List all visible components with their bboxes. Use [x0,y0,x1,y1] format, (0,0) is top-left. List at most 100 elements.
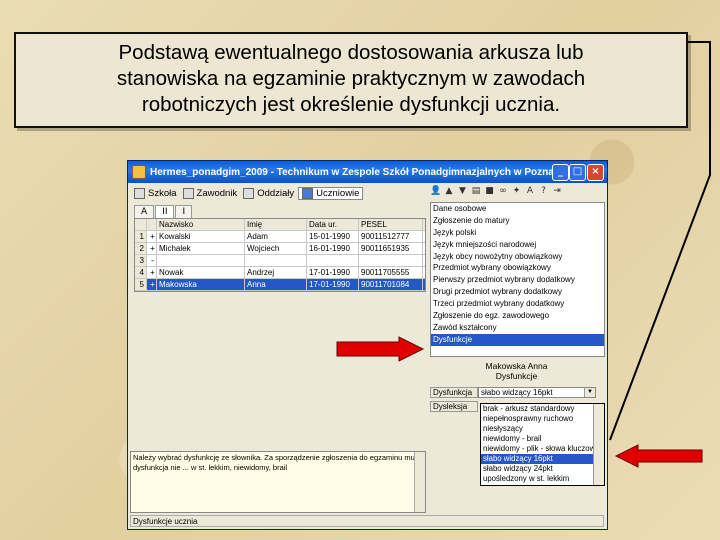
dropdown-option[interactable]: niepełnosprawny ruchowo [481,414,593,424]
section-title: Dysfunkcje [495,371,538,381]
list-item[interactable]: Zawód kształcony [431,322,604,334]
font-icon[interactable]: A [525,186,536,197]
szkola-label: Szkoła [148,187,177,199]
tool-icons: 👤 ▲ ▼ ▤ ■ ∞ ✦ A ? ⇥ [430,186,565,197]
list-item[interactable]: Dane osobowe [431,203,604,215]
dropdown-option[interactable]: niewidomy - plik - słowa kluczowe [481,444,593,454]
row-marker: - [147,255,157,266]
cell-imie: Wojciech [245,243,307,254]
table-row[interactable]: 2 + Michalek Wojciech 16-01-1990 90011651935 [135,243,425,255]
dysleksja-row: Dysleksja [430,401,478,412]
header-pesel[interactable]: PESEL [359,219,423,230]
arrow-to-dysfunkcje-icon [336,336,425,362]
maximize-button[interactable]: □ [569,164,586,181]
row-number: 4 [135,267,147,278]
cell-imie: Andrzej [245,267,307,278]
minimize-button[interactable]: _ [552,164,569,181]
dropdown-option[interactable]: upośledzony w st. lekkim [481,474,593,484]
table-row[interactable]: 4 + Nowak Andrzej 17-01-1990 90011705555 [135,267,425,279]
save-icon[interactable]: ■ [484,186,495,197]
dysfunkcja-value: słabo widzący 16pkt [481,388,553,397]
table-row[interactable]: 3- [135,255,425,267]
row-number: 3 [135,255,147,266]
marker-header [147,219,157,230]
callout-line-2: stanowiska na egzaminie praktycznym w za… [116,67,586,90]
list-item[interactable]: Pierwszy przedmiot wybrany dodatkowy [431,274,604,286]
cell-nazwisko: Makowska [157,279,245,290]
section-list: Dane osobowe Zgłoszenie do matury Język … [430,202,605,357]
row-number: 2 [135,243,147,254]
dropdown-option-selected[interactable]: słabo widzący 16pkt [481,454,593,464]
tab-a[interactable]: A [134,205,155,218]
table-row[interactable]: 1 + Kowalski Adam 15-01-1990 90011512777 [135,231,425,243]
row-marker: + [147,279,157,290]
list-item[interactable]: Zgłoszenie do egz. zawodowego [431,310,604,322]
list-item[interactable]: Język obcy nowożytny obowiązkowy [431,251,604,263]
dropdown-option[interactable]: niewidomy - brail [481,434,593,444]
dropdown-scrollbar[interactable] [593,404,604,485]
help-icon[interactable]: ? [538,186,549,197]
memo-scrollbar[interactable] [414,452,425,512]
header-nazwisko[interactable]: Nazwisko [157,219,245,230]
list-item[interactable]: Trzeci przedmiot wybrany dodatkowy [431,298,604,310]
title-bar[interactable]: Hermes_ponadgim_2009 - Technikum w Zespo… [128,161,607,183]
uczniowie-button[interactable]: Uczniowie [298,186,364,200]
tab-i[interactable]: I [175,205,193,218]
arrow-down-icon[interactable]: ▼ [457,186,468,197]
school-icon [134,187,145,199]
uczniowie-label: Uczniowie [316,187,360,199]
user-icon [302,187,314,199]
list-item[interactable]: Język mniejszości narodowej [431,239,604,251]
list-item-selected[interactable]: Dysfunkcje [431,333,604,346]
row-number: 1 [135,231,147,242]
row-marker: + [147,231,157,242]
tab-ii[interactable]: II [155,205,175,218]
cell-pesel: 90011705555 [359,267,423,278]
callout-box: Podstawą ewentualnego dostosowania arkus… [14,32,688,128]
person-icon[interactable]: 👤 [430,186,441,197]
memo-text: Należy wybrać dysfunkcję ze słownika. Za… [133,453,421,472]
document-icon [182,187,194,199]
dropdown-option[interactable]: słabo widzący 24pkt [481,464,593,474]
dropdown-option[interactable]: niesłyszący [481,424,593,434]
cell-nazwisko [157,255,245,266]
walk-icon[interactable]: ✦ [511,186,522,197]
header-data-ur[interactable]: Data ur. [307,219,359,230]
header-imie[interactable]: Imię [245,219,307,230]
status-bar: Dysfunkcje ucznia [130,515,604,527]
szkola-button[interactable]: Szkoła [134,187,177,199]
chevron-down-icon[interactable]: ▼ [584,388,595,397]
cell-pesel: 90011701084 [359,279,423,290]
cell-pesel [359,255,423,266]
list-item[interactable]: Zgłoszenie do matury [431,215,604,227]
person-header: Makowska Anna Dysfunkcje [430,361,603,381]
dysfunkcja-select[interactable]: słabo widzący 16pkt ▼ [478,387,596,398]
row-marker: + [147,267,157,278]
row-number-header [135,219,147,230]
oddzialy-button[interactable]: Oddziały [243,187,294,199]
print-icon[interactable]: ▤ [471,186,482,197]
binoculars-icon[interactable]: ∞ [498,186,509,197]
cell-data-ur: 16-01-1990 [307,243,359,254]
list-item[interactable]: Język polski [431,227,604,239]
app-icon [132,165,146,179]
person-name: Makowska Anna [485,361,548,371]
table-row-selected[interactable]: 5 + Makowska Anna 17-01-1990 90011701084 [135,279,425,291]
close-button[interactable]: × [587,164,604,181]
cell-data-ur: 17-01-1990 [307,267,359,278]
exit-icon[interactable]: ⇥ [552,186,563,197]
dysfunkcja-label: Dysfunkcja [430,387,478,398]
dropdown-option[interactable]: brak - arkusz standardowy [481,404,593,414]
callout-line-1: Podstawą ewentualnego dostosowania arkus… [118,41,584,64]
zawodnik-label: Zawodnik [196,187,238,199]
hint-memo: Należy wybrać dysfunkcję ze słownika. Za… [130,451,426,513]
cell-data-ur [307,255,359,266]
list-item[interactable]: Drugi przedmiot wybrany dodatkowy [431,286,604,298]
arrow-up-icon[interactable]: ▲ [444,186,455,197]
zawodnik-button[interactable]: Zawodnik [182,187,238,199]
cell-imie: Adam [245,231,307,242]
cell-pesel: 90011651935 [359,243,423,254]
cell-pesel: 90011512777 [359,231,423,242]
cell-nazwisko: Michalek [157,243,245,254]
list-item[interactable]: Przedmiot wybrany obowiązkowy [431,262,604,274]
